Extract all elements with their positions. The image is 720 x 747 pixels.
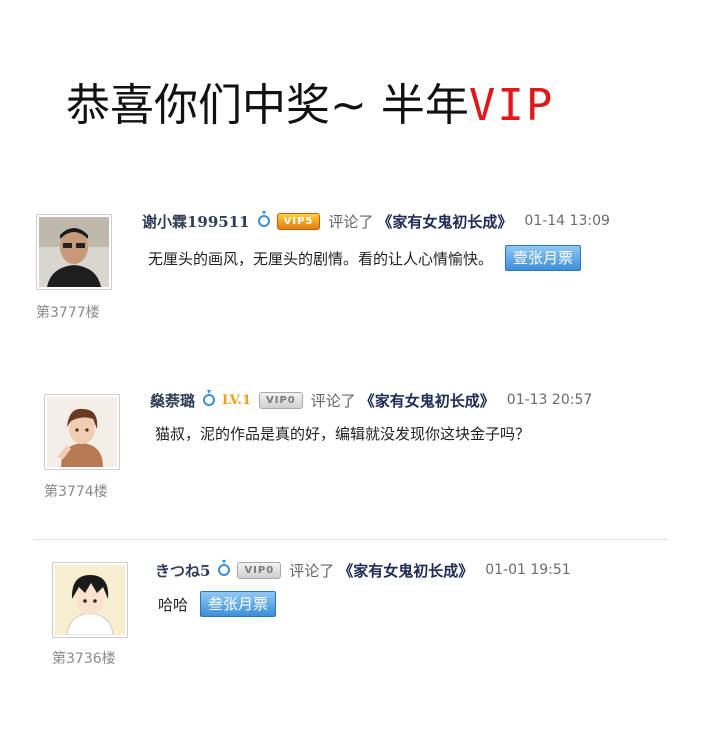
floor-number: 第3736楼	[52, 651, 116, 667]
comment-meta: 谢小霖199511 VIP5 评论了 《家有女鬼初长成》 01-14 13:09	[142, 210, 610, 232]
level-badge: LV.1	[222, 392, 251, 408]
monthly-ticket-badge: 叁张月票	[200, 591, 277, 617]
comment-body: 猫叔，泥的作品是真的好，编辑就没发现你这块金子吗？	[155, 423, 530, 444]
comment-text: 哈哈	[158, 595, 189, 614]
book-title-link[interactable]: 《家有女鬼初长成》	[338, 560, 473, 581]
comment-time: 01-13 20:57	[506, 392, 593, 408]
headline-text: 恭喜你们中奖~ 半年	[66, 80, 469, 131]
book-title-link[interactable]: 《家有女鬼初长成》	[360, 390, 495, 411]
comment-meta: きつね5 VIP0 评论了 《家有女鬼初长成》 01-01 19:51	[155, 559, 571, 581]
comment-body: 哈哈 叁张月票	[158, 591, 277, 617]
divider	[34, 539, 668, 540]
vip-badge: VIP5	[276, 212, 321, 230]
ring-icon	[202, 389, 216, 411]
username-link[interactable]: きつね5	[155, 560, 210, 581]
comment-time: 01-01 19:51	[485, 562, 571, 578]
monthly-ticket-badge: 壹张月票	[505, 245, 582, 271]
comment-meta: 燊萘璐 LV.1 VIP0 评论了 《家有女鬼初长成》 01-13 20:57	[150, 389, 592, 411]
comment-verb: 评论了	[328, 212, 374, 231]
user-avatar[interactable]	[44, 394, 120, 470]
floor-number: 第3774楼	[44, 484, 108, 500]
floor-number: 第3777楼	[36, 305, 100, 321]
avatar-anime-icon	[55, 565, 125, 635]
comment-text: 猫叔，泥的作品是真的好，编辑就没发现你这块金子吗？	[155, 425, 531, 443]
comment-verb: 评论了	[310, 391, 356, 410]
vip-badge: VIP0	[259, 391, 303, 409]
user-avatar[interactable]	[36, 214, 112, 290]
comment-body: 无厘头的画风，无厘头的剧情。看的让人心情愉快。 壹张月票	[148, 245, 582, 271]
book-title-link[interactable]: 《家有女鬼初长成》	[377, 211, 512, 232]
headline: 恭喜你们中奖~ 半年VIP	[66, 76, 554, 136]
comment-verb: 评论了	[289, 561, 335, 580]
username-link[interactable]: 燊萘璐	[150, 390, 195, 411]
comment-time: 01-14 13:09	[524, 213, 610, 229]
headline-vip: VIP	[468, 80, 555, 131]
avatar-anime-icon	[47, 397, 117, 467]
comment-text: 无厘头的画风，无厘头的剧情。看的让人心情愉快。	[148, 249, 494, 268]
username-link[interactable]: 谢小霖199511	[142, 211, 250, 232]
user-avatar[interactable]	[52, 562, 128, 638]
vip-badge: VIP0	[237, 561, 282, 579]
ring-icon	[217, 559, 231, 581]
ring-icon	[257, 210, 271, 232]
avatar-photo-icon	[39, 217, 109, 287]
